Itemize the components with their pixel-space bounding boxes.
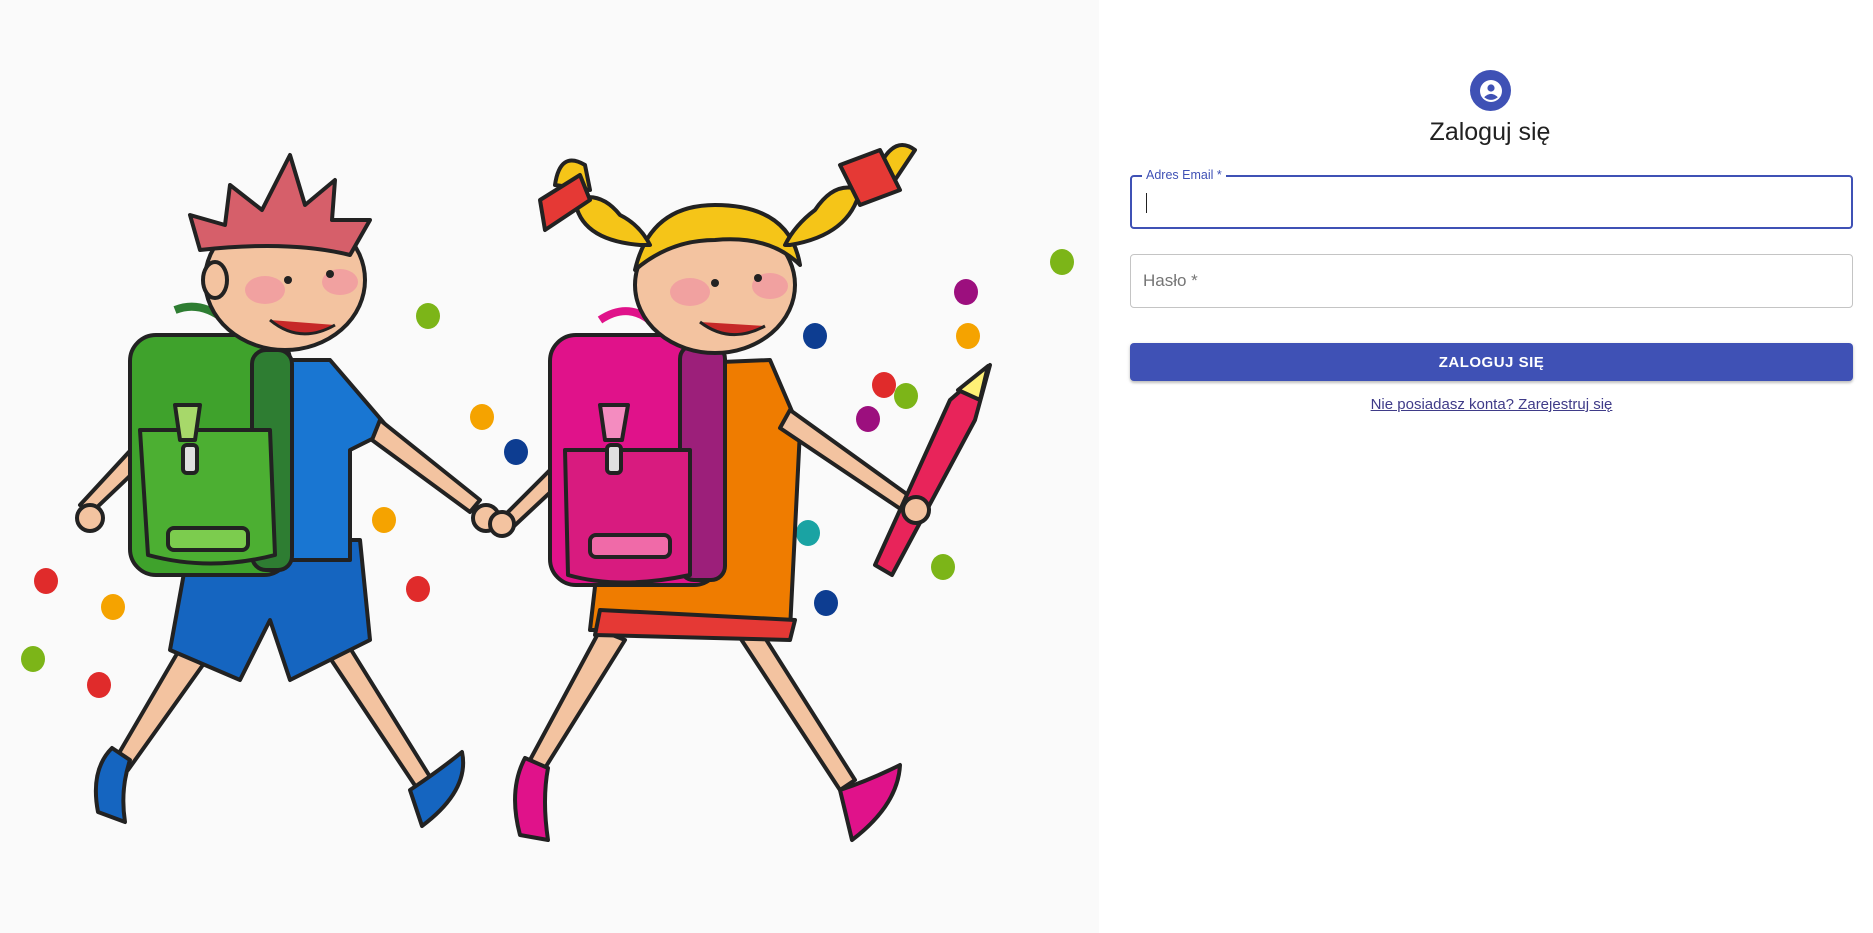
register-link[interactable]: Nie posiadasz konta? Zarejestruj się <box>1300 396 1683 413</box>
email-field[interactable]: Adres Email * <box>1130 168 1853 229</box>
password-input[interactable] <box>1143 255 1840 307</box>
page-title: Zaloguj się <box>1429 118 1551 146</box>
girl-figure <box>488 143 992 842</box>
login-button[interactable]: ZALOGUJ SIĘ <box>1130 343 1853 381</box>
boy-figure <box>75 153 501 828</box>
text-cursor <box>1146 193 1147 213</box>
children-illustration <box>21 143 1074 842</box>
email-input[interactable] <box>1144 177 1839 227</box>
hero-illustration-panel <box>0 0 1099 933</box>
password-field[interactable] <box>1130 254 1853 308</box>
account-circle-icon <box>1470 70 1511 111</box>
